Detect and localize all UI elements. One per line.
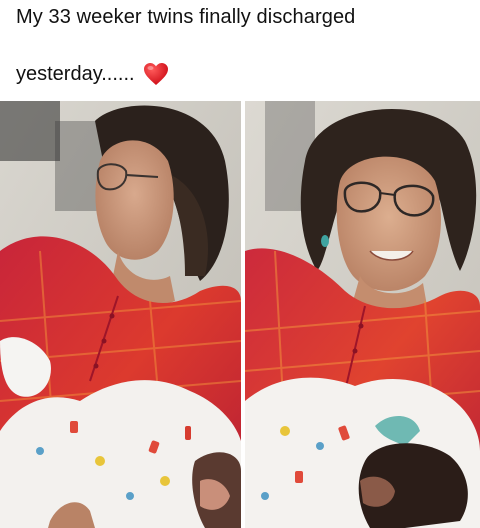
photo-left bbox=[0, 101, 241, 528]
heart-icon bbox=[143, 62, 169, 86]
photo-collage bbox=[0, 101, 480, 528]
photo-right bbox=[245, 101, 480, 528]
post-caption: My 33 weeker twins finally discharged ye… bbox=[0, 0, 480, 100]
caption-line-2: yesterday...... bbox=[16, 62, 169, 86]
caption-line-1: My 33 weeker twins finally discharged bbox=[16, 6, 356, 28]
caption-line-2-text: yesterday...... bbox=[16, 62, 135, 85]
